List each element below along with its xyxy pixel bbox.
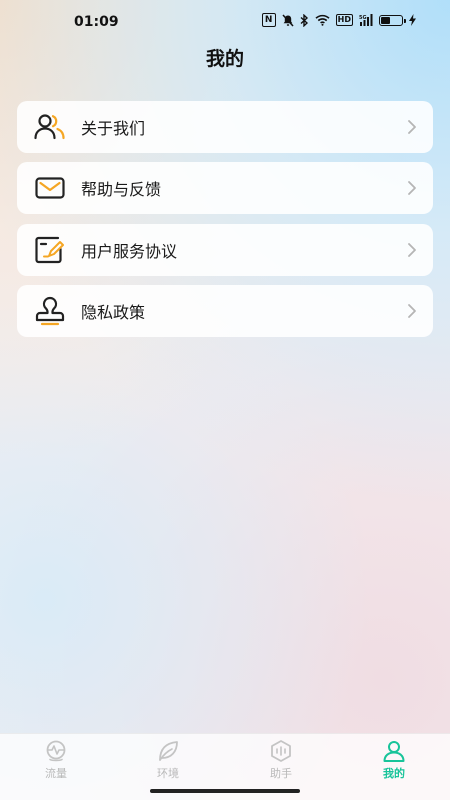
- mail-icon: [34, 172, 66, 204]
- chevron-right-icon: [408, 120, 416, 134]
- about-us-icon: [34, 111, 66, 143]
- profile-icon: [383, 741, 405, 762]
- bluetooth-icon: [300, 13, 309, 27]
- status-bar: 01:09 N HD 5G: [0, 0, 450, 44]
- menu-list: 关于我们 帮助与反馈 用户服务协议 隐私政策: [17, 101, 433, 346]
- page-title: 我的: [205, 48, 244, 70]
- mute-icon: [282, 13, 294, 27]
- assistant-icon: [271, 740, 291, 762]
- tab-label: 环境: [157, 767, 179, 780]
- chevron-right-icon: [408, 303, 416, 318]
- menu-item-privacy-policy[interactable]: 隐私政策: [17, 284, 433, 337]
- menu-item-label: 帮助与反馈: [81, 180, 162, 200]
- tab-environment[interactable]: 环境: [138, 739, 198, 781]
- nfc-icon: N: [261, 13, 276, 27]
- menu-item-label: 关于我们: [81, 119, 146, 138]
- hd-icon: HD: [335, 14, 353, 26]
- 5g-signal-icon: 5G: [359, 14, 373, 26]
- charging-icon: [409, 14, 416, 26]
- menu-item-about-us[interactable]: 关于我们: [17, 101, 433, 153]
- agreement-icon: [34, 234, 66, 266]
- chevron-right-icon: [408, 242, 416, 257]
- privacy-stamp-icon: [34, 295, 66, 327]
- menu-item-label: 隐私政策: [81, 302, 146, 322]
- tab-label: 流量: [45, 767, 67, 780]
- status-icons: N HD 5G: [261, 13, 416, 27]
- tab-label: 我的: [383, 767, 405, 780]
- wifi-icon: [315, 14, 330, 26]
- home-indicator[interactable]: [150, 789, 300, 793]
- traffic-icon: [46, 740, 66, 762]
- leaf-icon: [159, 741, 178, 761]
- menu-item-user-agreement[interactable]: 用户服务协议: [17, 223, 433, 276]
- tab-assistant[interactable]: 助手: [251, 739, 311, 781]
- tab-traffic[interactable]: 流量: [26, 739, 86, 781]
- menu-item-help-feedback[interactable]: 帮助与反馈: [17, 162, 433, 215]
- menu-item-label: 用户服务协议: [81, 241, 178, 261]
- tab-label: 助手: [270, 767, 292, 780]
- bottom-nav: 流量 环境 助手 我的: [0, 733, 450, 800]
- battery-icon: [379, 14, 406, 26]
- tab-profile[interactable]: 我的: [364, 739, 424, 781]
- chevron-right-icon: [408, 181, 416, 196]
- status-time: 01:09: [74, 14, 119, 30]
